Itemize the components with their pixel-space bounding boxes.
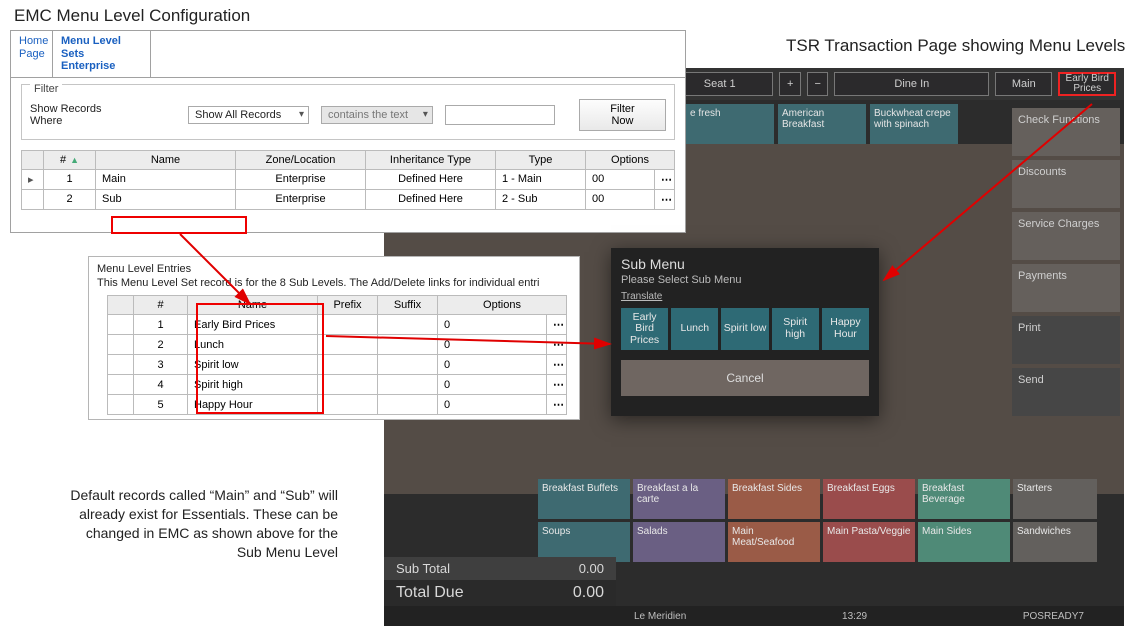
sub-level-button[interactable]: Early Bird Prices — [1058, 72, 1116, 96]
filter-now-button[interactable]: Filter Now — [579, 99, 666, 131]
total-due-label: Total Due — [396, 584, 464, 602]
table-row[interactable]: 2Lunch0⋯ — [108, 335, 567, 355]
function-column: Check Functions Discounts Service Charge… — [1012, 108, 1120, 416]
category-tile[interactable]: Main Meat/Seafood — [728, 522, 820, 562]
subtotal-label: Sub Total — [396, 561, 450, 576]
filter-text-input[interactable] — [445, 105, 555, 125]
main-level-button[interactable]: Main — [995, 72, 1052, 96]
category-tile[interactable]: Breakfast Sides — [728, 479, 820, 519]
emc-window: Home Page Menu Level SetsEnterprise Filt… — [10, 30, 686, 233]
payments-button[interactable]: Payments — [1012, 264, 1120, 312]
totals-area: Sub Total 0.00 Total Due 0.00 — [384, 557, 616, 606]
contains-select[interactable]: contains the text — [321, 106, 433, 124]
category-tile[interactable]: Main Sides — [918, 522, 1010, 562]
tab-menu-level-sets[interactable]: Menu Level SetsEnterprise — [53, 31, 151, 77]
dialog-subtitle: Please Select Sub Menu — [611, 274, 879, 286]
ellipsis-icon[interactable]: ⋯ — [546, 375, 566, 395]
submenu-option[interactable]: Early Bird Prices — [621, 308, 668, 350]
status-terminal: POSREADY7 — [1023, 611, 1084, 622]
table-row[interactable]: 4Spirit high0⋯ — [108, 375, 567, 395]
status-location: Le Meridien — [634, 611, 686, 622]
records-select[interactable]: Show All Records — [188, 106, 309, 124]
submenu-option[interactable]: Spirit high — [772, 308, 819, 350]
submenu-option[interactable]: Happy Hour — [822, 308, 869, 350]
category-tile[interactable]: Breakfast Eggs — [823, 479, 915, 519]
tsr-title: TSR Transaction Page showing Menu Levels — [786, 36, 1125, 56]
status-time: 13:29 — [842, 611, 867, 622]
tab-home[interactable]: Home Page — [11, 31, 53, 77]
ellipsis-icon[interactable]: ⋯ — [654, 169, 674, 189]
entries-desc: This Menu Level Set record is for the 8 … — [89, 277, 579, 295]
footnote: Default records called “Main” and “Sub” … — [68, 486, 338, 562]
submenu-option[interactable]: Spirit low — [721, 308, 768, 350]
category-tile[interactable]: Salads — [633, 522, 725, 562]
category-grid: Breakfast BuffetsBreakfast a la carteBre… — [538, 479, 1097, 562]
total-due-value: 0.00 — [573, 584, 604, 602]
emc-main-grid[interactable]: #▲ NameZone/LocationInheritance TypeType… — [21, 150, 675, 210]
table-row[interactable]: 5Happy Hour0⋯ — [108, 395, 567, 415]
ellipsis-icon[interactable]: ⋯ — [546, 335, 566, 355]
subtotal-value: 0.00 — [579, 561, 604, 576]
category-tile[interactable]: Starters — [1013, 479, 1097, 519]
menu-item[interactable]: American Breakfast — [778, 104, 866, 144]
menu-item[interactable]: Buckwheat crepe with spinach — [870, 104, 958, 144]
ellipsis-icon[interactable]: ⋯ — [546, 395, 566, 415]
filter-legend: Filter — [30, 83, 62, 95]
emc-title: EMC Menu Level Configuration — [14, 6, 250, 26]
table-row[interactable]: 3Spirit low0⋯ — [108, 355, 567, 375]
status-bar: Le Meridien 13:29 POSREADY7 — [384, 606, 1124, 626]
entries-title: Menu Level Entries — [89, 257, 579, 277]
check-functions-button[interactable]: Check Functions — [1012, 108, 1120, 156]
sort-asc-icon: ▲ — [70, 155, 79, 165]
dine-in-button[interactable]: Dine In — [834, 72, 989, 96]
category-tile[interactable]: Soups — [538, 522, 630, 562]
cancel-button[interactable]: Cancel — [621, 360, 869, 396]
category-tile[interactable]: Sandwiches — [1013, 522, 1097, 562]
dialog-title: Sub Menu — [611, 248, 879, 274]
submenu-option[interactable]: Lunch — [671, 308, 718, 350]
filter-group: Filter Show Records Where Show All Recor… — [21, 84, 675, 140]
translate-link[interactable]: Translate — [611, 289, 672, 308]
print-button[interactable]: Print — [1012, 316, 1120, 364]
table-row[interactable]: 2Sub EnterpriseDefined Here 2 - Sub00⋯ — [22, 189, 675, 209]
ellipsis-icon[interactable]: ⋯ — [654, 189, 674, 209]
entries-panel: Menu Level Entries This Menu Level Set r… — [88, 256, 580, 420]
category-tile[interactable]: Main Pasta/Veggie — [823, 522, 915, 562]
entries-grid[interactable]: #NamePrefixSuffixOptions 1Early Bird Pri… — [107, 295, 567, 415]
ellipsis-icon[interactable]: ⋯ — [546, 355, 566, 375]
table-row[interactable]: ▸ 1Main EnterpriseDefined Here 1 - Main0… — [22, 169, 675, 189]
seat-plus-button[interactable]: + — [779, 72, 801, 96]
category-tile[interactable]: Breakfast Beverage — [918, 479, 1010, 519]
menu-item[interactable]: e fresh — [686, 104, 774, 144]
dine-minus-button[interactable]: − — [807, 72, 829, 96]
submenu-dialog: Sub Menu Please Select Sub Menu Translat… — [611, 248, 879, 416]
dialog-button-row: Early Bird PricesLunchSpirit lowSpirit h… — [611, 308, 879, 350]
ellipsis-icon[interactable]: ⋯ — [546, 315, 566, 335]
category-tile[interactable]: Breakfast Buffets — [538, 479, 630, 519]
filter-label: Show Records Where — [30, 103, 128, 127]
table-row[interactable]: 1Early Bird Prices0⋯ — [108, 315, 567, 335]
row-pointer-icon: ▸ — [22, 169, 44, 189]
category-tile[interactable]: Breakfast a la carte — [633, 479, 725, 519]
service-charges-button[interactable]: Service Charges — [1012, 212, 1120, 260]
discounts-button[interactable]: Discounts — [1012, 160, 1120, 208]
send-button[interactable]: Send — [1012, 368, 1120, 416]
